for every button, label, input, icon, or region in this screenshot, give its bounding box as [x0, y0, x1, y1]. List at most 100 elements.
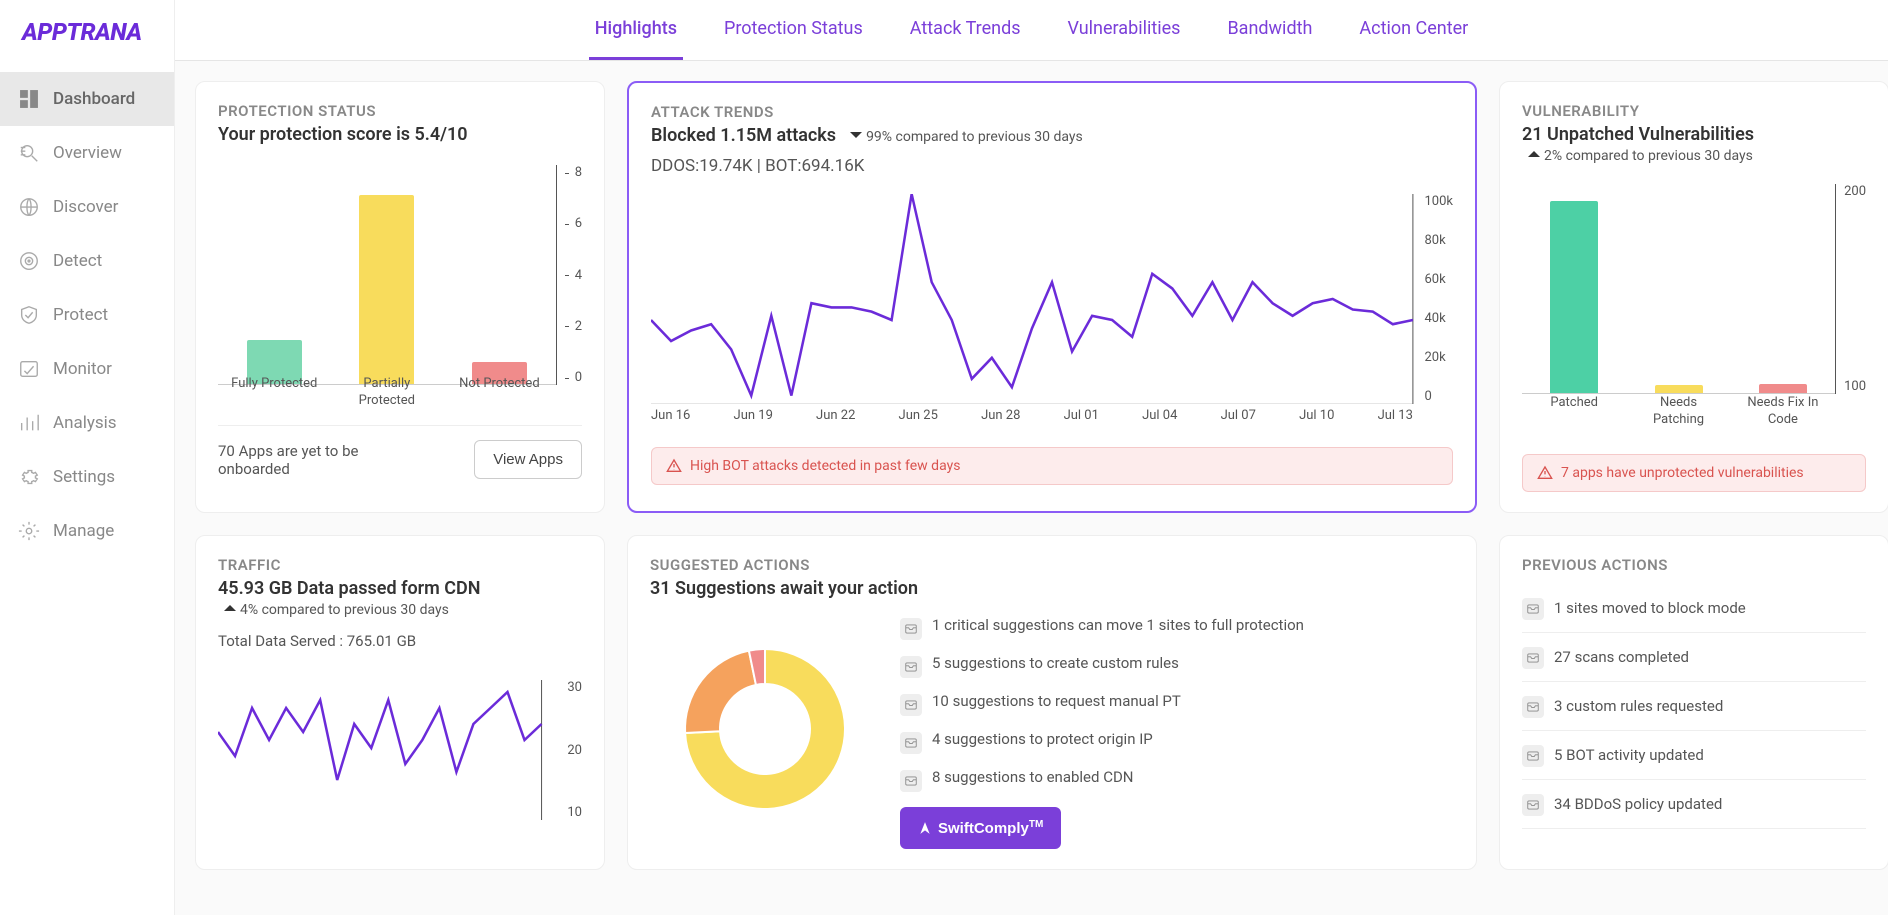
previous-action-item: 34 BDDoS policy updated — [1522, 780, 1866, 829]
card-title: PROTECTION STATUS — [218, 102, 582, 120]
arrow-up-icon — [224, 602, 236, 618]
traffic-card: TRAFFIC 45.93 GB Data passed form CDN 4%… — [195, 535, 605, 870]
alert-triangle-icon — [1537, 465, 1553, 481]
suggested-actions-card: SUGGESTED ACTIONS 31 Suggestions await y… — [627, 535, 1477, 870]
x-label: Jul 04 — [1142, 408, 1177, 423]
sidebar-item-label: Detect — [53, 251, 102, 271]
sidebar-item-label: Analysis — [53, 413, 117, 433]
swiftcomply-button[interactable]: SwiftComplyTM — [900, 807, 1061, 849]
attack-trends-card: ATTACK TRENDS Blocked 1.15M attacks 99% … — [627, 81, 1477, 513]
x-label: Jun 25 — [899, 408, 938, 423]
sidebar-item-analysis[interactable]: Analysis — [0, 396, 174, 450]
x-label: Jul 07 — [1221, 408, 1256, 423]
card-subtitle: 31 Suggestions await your action — [650, 578, 1454, 599]
vulnerability-chart: PatchedNeeds PatchingNeeds Fix In Code 2… — [1522, 184, 1866, 394]
traffic-line-chart: 302010 — [218, 680, 582, 820]
bar-label: Needs Fix In Code — [1743, 395, 1823, 429]
bar-label: Not Protected — [454, 376, 544, 393]
suggest-item: 10 suggestions to request manual PT — [900, 685, 1454, 723]
bar-label: Fully Protected — [229, 376, 319, 393]
brand-logo: APPTRANA — [0, 0, 174, 64]
tab-highlights[interactable]: Highlights — [589, 0, 683, 60]
card-title: TRAFFIC — [218, 556, 582, 574]
previous-action-item: 1 sites moved to block mode — [1522, 584, 1866, 633]
dashboard-icon — [18, 88, 40, 110]
card-title: PREVIOUS ACTIONS — [1522, 556, 1866, 574]
inbox-icon — [900, 656, 922, 678]
inbox-icon — [1522, 794, 1544, 816]
sidebar-item-label: Overview — [53, 143, 122, 163]
arrow-up-icon — [1528, 148, 1540, 164]
analysis-icon — [18, 412, 40, 434]
card-subtitle: Your protection score is 5.4/10 — [218, 124, 582, 145]
inbox-icon — [900, 732, 922, 754]
main-content: Highlights Protection Status Attack Trends… — [175, 0, 1888, 915]
settings-icon — [18, 466, 40, 488]
manage-icon — [18, 520, 40, 542]
sidebar-item-discover[interactable]: Discover — [0, 180, 174, 234]
bar-label: Partially Protected — [342, 376, 432, 410]
inbox-icon — [900, 694, 922, 716]
sidebar-item-label: Protect — [53, 305, 108, 325]
detect-icon — [18, 250, 40, 272]
sidebar-item-settings[interactable]: Settings — [0, 450, 174, 504]
x-label: Jul 10 — [1299, 408, 1334, 423]
tab-protection-status[interactable]: Protection Status — [718, 0, 869, 60]
previous-action-item: 27 scans completed — [1522, 633, 1866, 682]
protection-bar — [359, 195, 414, 384]
suggest-item: 4 suggestions to protect origin IP — [900, 723, 1454, 761]
sidebar-item-label: Settings — [53, 467, 115, 487]
sidebar-item-dashboard[interactable]: Dashboard — [0, 72, 174, 126]
attack-stats: DDOS:19.74K | BOT:694.16K — [651, 156, 1453, 176]
discover-icon — [18, 196, 40, 218]
sidebar-item-protect[interactable]: Protect — [0, 288, 174, 342]
sidebar-item-label: Discover — [53, 197, 118, 217]
suggest-item: 8 suggestions to enabled CDN — [900, 761, 1454, 799]
vuln-alert: 7 apps have unprotected vulnerabilities — [1522, 454, 1866, 492]
sidebar-item-label: Dashboard — [53, 89, 135, 109]
overview-icon — [18, 142, 40, 164]
traffic-served: Total Data Served : 765.01 GB — [218, 632, 582, 650]
inbox-icon — [1522, 598, 1544, 620]
inbox-icon — [1522, 696, 1544, 718]
tab-attack-trends[interactable]: Attack Trends — [904, 0, 1027, 60]
suggest-item: 1 critical suggestions can move 1 sites … — [900, 609, 1454, 647]
sidebar: APPTRANA Dashboard Overview Discover Detect… — [0, 0, 175, 915]
protection-chart: Fully ProtectedPartially ProtectedNot Pr… — [218, 165, 582, 385]
tab-bandwidth[interactable]: Bandwidth — [1221, 0, 1318, 60]
tab-action-center[interactable]: Action Center — [1353, 0, 1474, 60]
view-apps-button[interactable]: View Apps — [474, 440, 582, 479]
sidebar-item-overview[interactable]: Overview — [0, 126, 174, 180]
tab-vulnerabilities[interactable]: Vulnerabilities — [1062, 0, 1187, 60]
previous-action-item: 3 custom rules requested — [1522, 682, 1866, 731]
inbox-icon — [1522, 745, 1544, 767]
card-subtitle: Blocked 1.15M attacks — [651, 125, 836, 146]
bar-label: Patched — [1534, 395, 1614, 412]
side-nav: Dashboard Overview Discover Detect Protect Mo… — [0, 64, 174, 558]
arrow-down-icon — [850, 129, 862, 145]
traffic-compare: 4% compared to previous 30 days — [224, 602, 449, 618]
sidebar-item-detect[interactable]: Detect — [0, 234, 174, 288]
x-label: Jul 01 — [1064, 408, 1099, 423]
protect-icon — [18, 304, 40, 326]
sidebar-item-monitor[interactable]: Monitor — [0, 342, 174, 396]
monitor-icon — [18, 358, 40, 380]
card-subtitle: 45.93 GB Data passed form CDN — [218, 578, 480, 599]
x-label: Jun 16 — [651, 408, 690, 423]
x-label: Jun 28 — [981, 408, 1020, 423]
vuln-bar — [1550, 201, 1598, 393]
bar-label: Needs Patching — [1639, 395, 1719, 429]
inbox-icon — [900, 770, 922, 792]
sidebar-item-manage[interactable]: Manage — [0, 504, 174, 558]
suggest-item: 5 suggestions to create custom rules — [900, 647, 1454, 685]
protection-status-card: PROTECTION STATUS Your protection score … — [195, 81, 605, 513]
previous-action-item: 5 BOT activity updated — [1522, 731, 1866, 780]
sidebar-item-label: Manage — [53, 521, 114, 541]
protection-footer-text: 70 Apps are yet to be onboarded — [218, 442, 418, 478]
sidebar-item-label: Monitor — [53, 359, 112, 379]
inbox-icon — [900, 618, 922, 640]
card-subtitle: 21 Unpatched Vulnerabilities — [1522, 124, 1754, 145]
attack-compare: 99% compared to previous 30 days — [850, 129, 1083, 145]
card-title: SUGGESTED ACTIONS — [650, 556, 1454, 574]
vulnerability-card: VULNERABILITY 21 Unpatched Vulnerabiliti… — [1499, 81, 1888, 513]
